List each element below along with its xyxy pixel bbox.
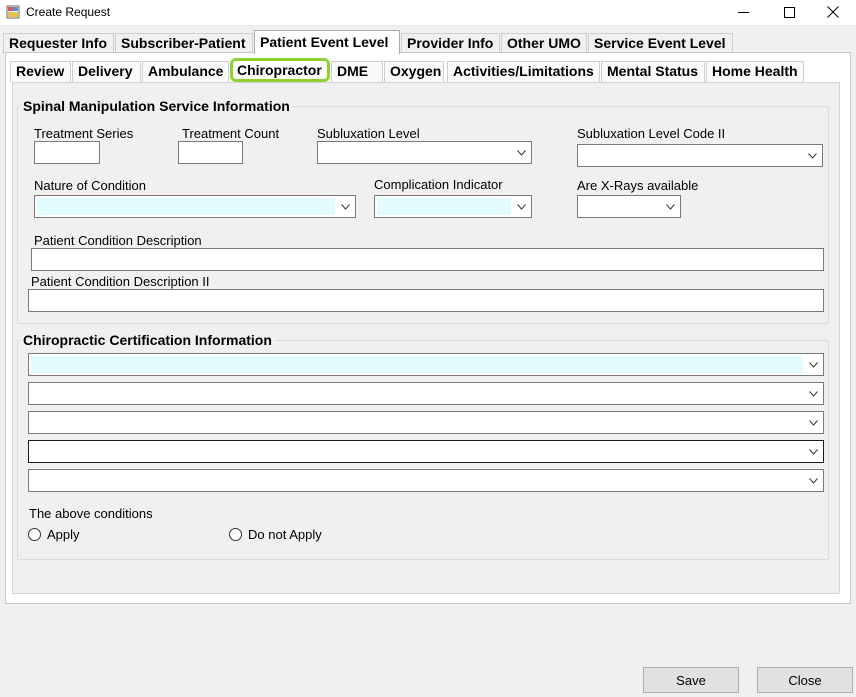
above-conditions-label: The above conditions	[29, 506, 153, 521]
tab-activities-limitations[interactable]: Activities/Limitations	[447, 61, 600, 82]
close-window-button[interactable]	[810, 0, 856, 24]
tab-review[interactable]: Review	[10, 61, 71, 82]
subluxation-level-select[interactable]	[317, 141, 532, 164]
close-icon	[827, 6, 839, 18]
tab-delivery[interactable]: Delivery	[72, 61, 141, 82]
tab-patient-event-level[interactable]: Patient Event Level	[254, 30, 400, 54]
window-title: Create Request	[26, 5, 111, 19]
chevron-down-icon	[808, 390, 818, 397]
treatment-count-input[interactable]	[178, 141, 243, 164]
apply-label: Apply	[47, 527, 80, 542]
chevron-down-icon	[340, 203, 350, 210]
tab-subscriber-patient[interactable]: Subscriber-Patient	[115, 33, 253, 54]
certification-group-title: Chiropractic Certification Information	[20, 332, 275, 348]
chevron-down-icon	[516, 149, 526, 156]
chevron-down-icon	[808, 361, 818, 368]
main-tab-row: Requester Info Subscriber-Patient Patien…	[0, 30, 856, 54]
treatment-count-label: Treatment Count	[182, 126, 280, 141]
chevron-down-icon	[516, 203, 526, 210]
treatment-series-label: Treatment Series	[34, 126, 134, 141]
patient-condition-desc-input[interactable]	[31, 248, 824, 271]
spinal-group-title: Spinal Manipulation Service Information	[20, 98, 293, 114]
chevron-down-icon	[808, 477, 818, 484]
tab-chiropractor[interactable]: Chiropractor	[230, 58, 330, 82]
close-button[interactable]: Close	[757, 667, 853, 693]
tab-requester-info[interactable]: Requester Info	[3, 33, 114, 54]
tab-other-umo[interactable]: Other UMO	[501, 33, 587, 54]
maximize-button[interactable]	[766, 0, 812, 24]
not-apply-radio[interactable]	[229, 528, 242, 541]
title-bar: Create Request	[0, 0, 856, 26]
nature-of-condition-select[interactable]	[34, 195, 356, 218]
subluxation-level-code-2-label: Subluxation Level Code II	[577, 126, 726, 141]
xrays-available-label: Are X-Rays available	[577, 178, 699, 193]
chevron-down-icon	[665, 203, 675, 210]
condition-select-3[interactable]	[28, 411, 824, 434]
tab-mental-status[interactable]: Mental Status	[601, 61, 705, 82]
tab-provider-info[interactable]: Provider Info	[401, 33, 500, 54]
condition-select-2[interactable]	[28, 382, 824, 405]
apply-radio-option[interactable]: Apply	[28, 527, 80, 542]
not-apply-label: Do not Apply	[248, 527, 322, 542]
sub-tab-row: Review Delivery Ambulance Chiropractor D…	[0, 58, 856, 82]
nature-of-condition-label: Nature of Condition	[34, 178, 147, 193]
tab-oxygen[interactable]: Oxygen	[384, 61, 444, 82]
chevron-down-icon	[807, 152, 817, 159]
save-button[interactable]: Save	[643, 667, 739, 693]
chevron-down-icon	[808, 448, 818, 455]
subluxation-level-label: Subluxation Level	[317, 126, 420, 141]
not-apply-radio-option[interactable]: Do not Apply	[229, 527, 322, 542]
condition-select-4[interactable]	[28, 440, 824, 463]
apply-radio[interactable]	[28, 528, 41, 541]
treatment-series-input[interactable]	[34, 141, 100, 164]
tab-home-health[interactable]: Home Health	[706, 61, 804, 82]
maximize-icon	[783, 6, 795, 18]
patient-condition-desc-label: Patient Condition Description	[34, 233, 202, 248]
tab-service-event-level[interactable]: Service Event Level	[588, 33, 733, 54]
tab-ambulance[interactable]: Ambulance	[142, 61, 229, 82]
complication-indicator-select[interactable]	[374, 195, 532, 218]
minimize-icon	[737, 11, 749, 13]
condition-select-1[interactable]	[28, 353, 824, 376]
patient-condition-desc-2-input[interactable]	[28, 289, 824, 312]
chevron-down-icon	[808, 419, 818, 426]
minimize-button[interactable]	[720, 0, 766, 24]
tab-dme[interactable]: DME	[331, 61, 383, 82]
condition-select-5[interactable]	[28, 469, 824, 492]
complication-indicator-label: Complication Indicator	[374, 177, 503, 192]
app-icon	[6, 5, 20, 19]
patient-condition-desc-2-label: Patient Condition Description II	[31, 274, 210, 289]
subluxation-level-code-2-select[interactable]	[577, 144, 823, 167]
xrays-available-select[interactable]	[577, 195, 681, 218]
